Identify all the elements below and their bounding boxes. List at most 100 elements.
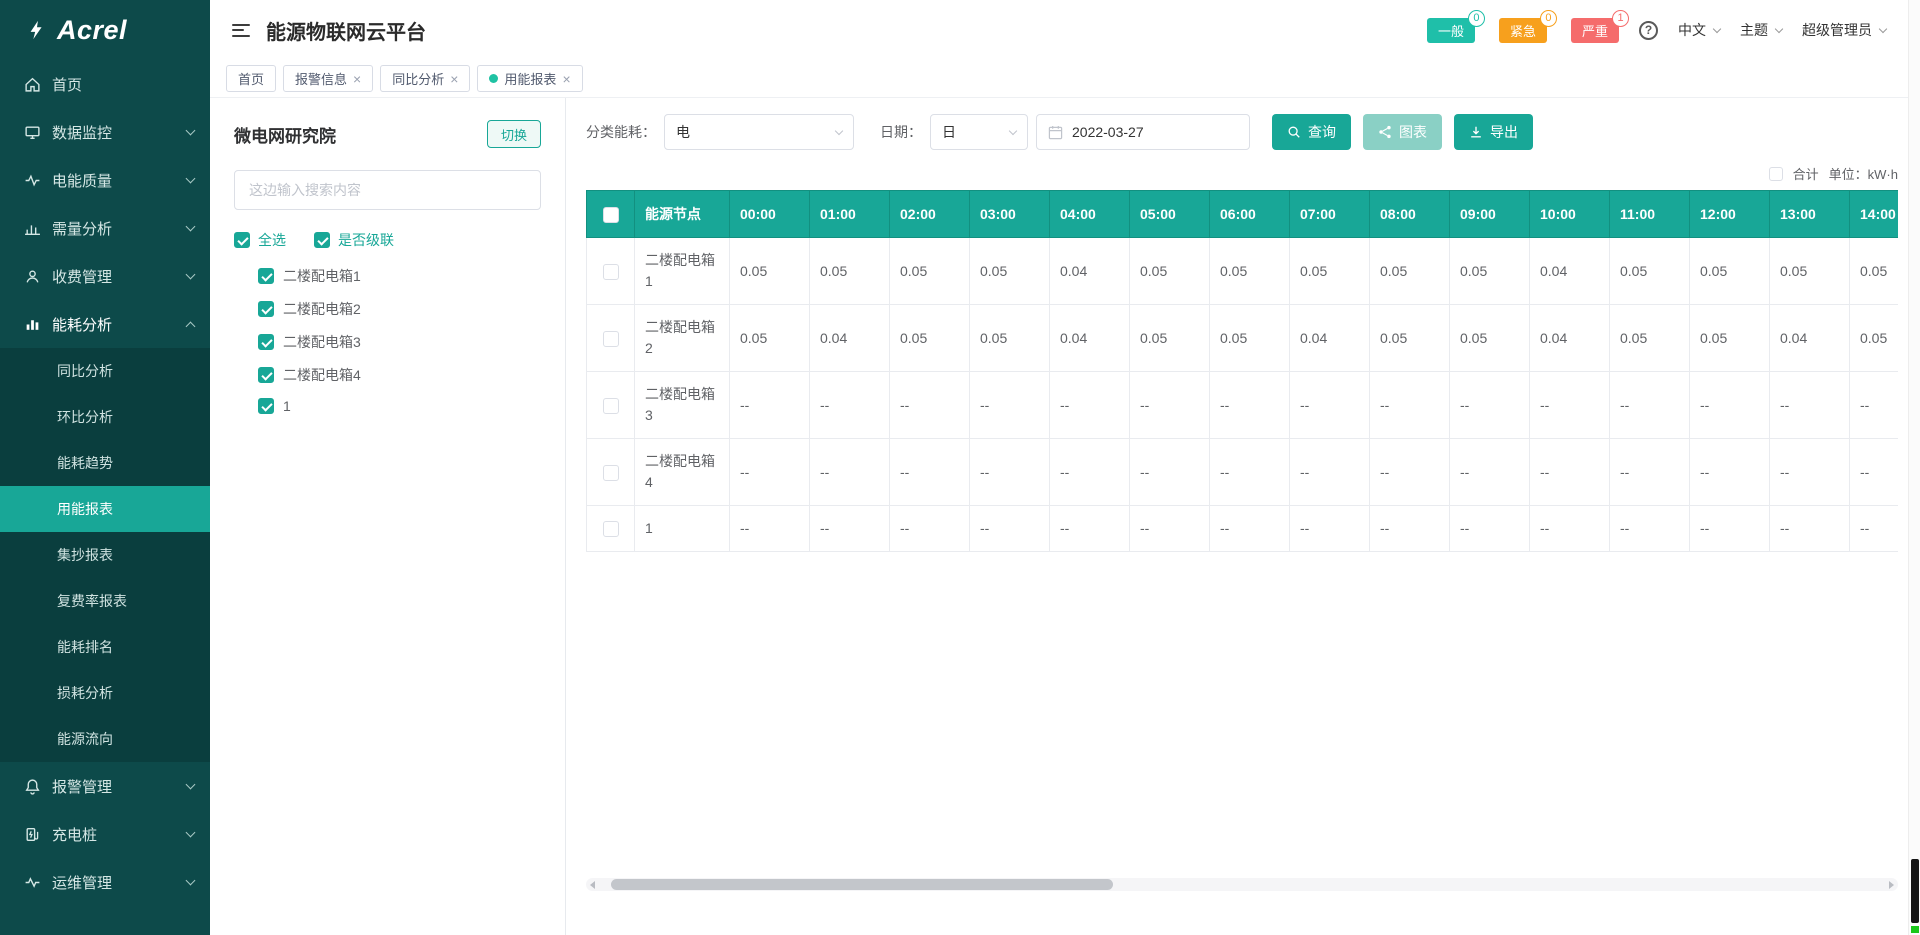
- tree-node-checkbox[interactable]: [258, 398, 274, 414]
- header-select-checkbox[interactable]: [603, 207, 619, 223]
- theme-switcher[interactable]: 主题: [1740, 20, 1782, 40]
- chart-button-label: 图表: [1399, 122, 1427, 142]
- tree-node-checkbox[interactable]: [258, 301, 274, 317]
- row-checkbox[interactable]: [603, 521, 619, 537]
- tree-node[interactable]: 二楼配电箱1: [258, 266, 541, 286]
- tree-node-list: 二楼配电箱1 二楼配电箱2 二楼配电箱3 二楼配电箱4 1: [234, 266, 541, 414]
- row-select-cell[interactable]: [587, 305, 635, 372]
- scroll-right-arrow-icon[interactable]: [1889, 881, 1894, 889]
- table-header-time: 00:00: [730, 191, 810, 238]
- submenu-item-tariff-report[interactable]: 复费率报表: [0, 578, 210, 624]
- tree-node-checkbox[interactable]: [258, 268, 274, 284]
- row-select-cell[interactable]: [587, 439, 635, 506]
- cascade-checkbox[interactable]: [314, 232, 330, 248]
- value-cell: --: [810, 506, 890, 552]
- badge-urgent[interactable]: 紧急0: [1499, 18, 1547, 43]
- sidebar-item-label: 数据监控: [52, 122, 176, 143]
- horizontal-scroll-track[interactable]: [598, 878, 1886, 891]
- row-select-cell[interactable]: [587, 372, 635, 439]
- vertical-scroll-thumb[interactable]: [1911, 859, 1919, 923]
- tree-panel-header: 微电网研究院 切换: [234, 120, 541, 148]
- select-all-option[interactable]: 全选: [234, 230, 286, 250]
- tab-alarm-info[interactable]: 报警信息×: [283, 65, 373, 92]
- tab-label: 同比分析: [392, 69, 444, 88]
- billing-icon: [24, 268, 41, 285]
- language-switcher[interactable]: 中文: [1678, 20, 1720, 40]
- node-cell: 二楼配电箱2: [635, 305, 730, 372]
- submenu-item-energy-trend[interactable]: 能耗趋势: [0, 440, 210, 486]
- query-button[interactable]: 查询: [1272, 114, 1351, 150]
- sidebar-item-home[interactable]: 首页: [0, 60, 210, 108]
- tree-node[interactable]: 二楼配电箱3: [258, 332, 541, 352]
- chart-button[interactable]: 图表: [1363, 114, 1442, 150]
- horizontal-scroll-thumb[interactable]: [611, 879, 1113, 890]
- close-icon[interactable]: ×: [353, 72, 361, 86]
- sidebar-item-energy-analysis[interactable]: 能耗分析: [0, 300, 210, 348]
- sidebar-item-alarm-management[interactable]: 报警管理: [0, 762, 210, 810]
- tab-home[interactable]: 首页: [226, 65, 276, 92]
- tree-node[interactable]: 二楼配电箱4: [258, 365, 541, 385]
- value-cell: --: [1050, 372, 1130, 439]
- tree-node[interactable]: 1: [258, 398, 541, 414]
- sidebar-item-ops-management[interactable]: 运维管理: [0, 858, 210, 906]
- logo-text: Acrel: [57, 15, 127, 46]
- export-button[interactable]: 导出: [1454, 114, 1533, 150]
- switch-button[interactable]: 切换: [487, 120, 541, 148]
- tree-node-label: 二楼配电箱2: [283, 299, 361, 319]
- tab-energy-report[interactable]: 用能报表×: [477, 65, 582, 92]
- submenu-item-mom-analysis[interactable]: 环比分析: [0, 394, 210, 440]
- language-label: 中文: [1678, 20, 1706, 40]
- date-input[interactable]: [1072, 124, 1238, 140]
- sidebar-item-data-monitoring[interactable]: 数据监控: [0, 108, 210, 156]
- scroll-indicator: [1911, 926, 1919, 933]
- close-icon[interactable]: ×: [450, 72, 458, 86]
- sidebar-item-billing-management[interactable]: 收费管理: [0, 252, 210, 300]
- sidebar-item-demand-analysis[interactable]: 需量分析: [0, 204, 210, 252]
- menu-fold-icon[interactable]: [232, 20, 250, 40]
- row-checkbox[interactable]: [603, 331, 619, 347]
- sidebar-item-charging-pile[interactable]: 充电桩: [0, 810, 210, 858]
- date-type-select[interactable]: 日: [930, 114, 1028, 150]
- select-all-checkbox[interactable]: [234, 232, 250, 248]
- value-cell: --: [1290, 506, 1370, 552]
- total-checkbox[interactable]: [1769, 167, 1783, 181]
- tab-yoy-analysis[interactable]: 同比分析 ×: [380, 65, 470, 92]
- horizontal-scrollbar[interactable]: [586, 878, 1898, 891]
- sidebar-item-power-quality[interactable]: 电能质量: [0, 156, 210, 204]
- help-icon[interactable]: ?: [1639, 21, 1658, 40]
- submenu-item-energy-ranking[interactable]: 能耗排名: [0, 624, 210, 670]
- row-select-cell[interactable]: [587, 506, 635, 552]
- chevron-down-icon: [835, 126, 843, 134]
- close-icon[interactable]: ×: [562, 72, 570, 86]
- sidebar-item-label: 电能质量: [52, 170, 176, 191]
- active-tab-dot: [489, 74, 498, 83]
- badge-general[interactable]: 一般0: [1427, 18, 1475, 43]
- date-picker[interactable]: [1036, 114, 1250, 150]
- row-checkbox[interactable]: [603, 465, 619, 481]
- category-select[interactable]: 电: [664, 114, 854, 150]
- tree-node-checkbox[interactable]: [258, 367, 274, 383]
- tree-search-input[interactable]: [234, 170, 541, 210]
- tree-node-checkbox[interactable]: [258, 334, 274, 350]
- cascade-option[interactable]: 是否级联: [314, 230, 394, 250]
- row-select-cell[interactable]: [587, 238, 635, 305]
- value-cell: --: [890, 372, 970, 439]
- submenu-item-meter-reading-report[interactable]: 集抄报表: [0, 532, 210, 578]
- table-header-select-all[interactable]: [587, 191, 635, 238]
- submenu-item-energy-flow[interactable]: 能源流向: [0, 716, 210, 762]
- chart-icon: [1378, 125, 1392, 139]
- submenu-item-loss-analysis[interactable]: 损耗分析: [0, 670, 210, 716]
- page-vertical-scrollbar[interactable]: [1908, 0, 1920, 935]
- user-name: 超级管理员: [1802, 20, 1872, 40]
- calendar-icon: [1048, 125, 1063, 140]
- row-checkbox[interactable]: [603, 398, 619, 414]
- scroll-left-arrow-icon[interactable]: [590, 881, 595, 889]
- user-menu[interactable]: 超级管理员: [1802, 20, 1886, 40]
- badge-critical[interactable]: 严重1: [1571, 18, 1619, 43]
- value-cell: --: [1770, 506, 1850, 552]
- submenu-item-energy-report[interactable]: 用能报表: [0, 486, 210, 532]
- value-cell: --: [1610, 372, 1690, 439]
- submenu-item-yoy-analysis[interactable]: 同比分析: [0, 348, 210, 394]
- row-checkbox[interactable]: [603, 264, 619, 280]
- tree-node[interactable]: 二楼配电箱2: [258, 299, 541, 319]
